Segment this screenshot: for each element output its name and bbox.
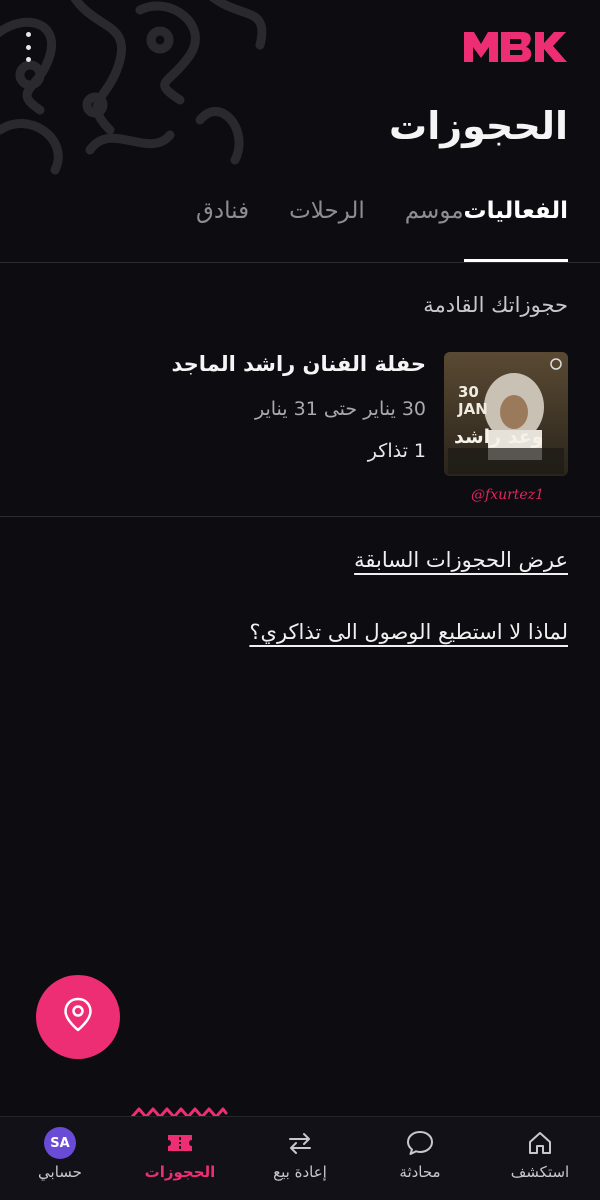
resale-arrows-icon [285, 1127, 315, 1159]
bottom-navigation: استكشف محادثة إعادة بيع الحجوزات SA حساب… [0, 1116, 600, 1200]
nav-resale-label: إعادة بيع [273, 1163, 327, 1181]
nav-explore[interactable]: استكشف [480, 1117, 600, 1200]
watermark-text: @fxurtez1 [471, 487, 544, 503]
booking-card[interactable]: 30 JAN وعد راشد حفلة الفنان راشد الماجد … [32, 352, 568, 503]
nav-bookings[interactable]: الحجوزات [120, 1117, 240, 1200]
nav-chat[interactable]: محادثة [360, 1117, 480, 1200]
tab-season[interactable]: موسم [405, 198, 464, 262]
nav-account-label: حسابي [38, 1163, 82, 1181]
home-icon [526, 1127, 554, 1159]
tab-hotels[interactable]: فنادق [196, 198, 249, 262]
poster-date-text: 30 JAN [458, 383, 488, 418]
category-tabs: الفعاليات موسم الرحلات فنادق [156, 198, 569, 262]
mbk-logo [464, 30, 568, 64]
ticket-icon [164, 1127, 196, 1159]
nav-account[interactable]: SA حسابي [0, 1117, 120, 1200]
nav-chat-label: محادثة [399, 1163, 441, 1181]
booking-dates: 30 يناير حتى 31 يناير [254, 398, 426, 420]
location-fab-button[interactable] [36, 975, 120, 1059]
past-bookings-link[interactable]: عرض الحجوزات السابقة [354, 548, 568, 572]
more-options-icon[interactable] [20, 32, 36, 62]
tab-events[interactable]: الفعاليات [463, 198, 569, 262]
header-pattern-decoration [0, 0, 280, 185]
nav-resale[interactable]: إعادة بيع [240, 1117, 360, 1200]
tab-trips[interactable]: الرحلات [289, 198, 365, 262]
location-pin-icon [63, 997, 93, 1037]
nav-bookings-label: الحجوزات [144, 1163, 216, 1181]
avatar: SA [44, 1127, 76, 1159]
ticket-access-help-link[interactable]: لماذا لا استطيع الوصول الى تذاكري؟ [249, 620, 568, 644]
nav-explore-label: استكشف [510, 1163, 570, 1181]
chat-bubble-icon [405, 1127, 435, 1159]
booking-title: حفلة الفنان راشد الماجد [171, 352, 426, 376]
page-title: الحجوزات [389, 104, 568, 148]
upcoming-section-title: حجوزاتك القادمة [423, 293, 568, 317]
booking-tickets: 1 تذاكر [367, 440, 426, 462]
event-poster: 30 JAN وعد راشد [444, 352, 568, 476]
booking-divider [0, 516, 600, 517]
tabs-divider [0, 262, 600, 263]
poster-title-text: وعد راشد [454, 426, 544, 448]
